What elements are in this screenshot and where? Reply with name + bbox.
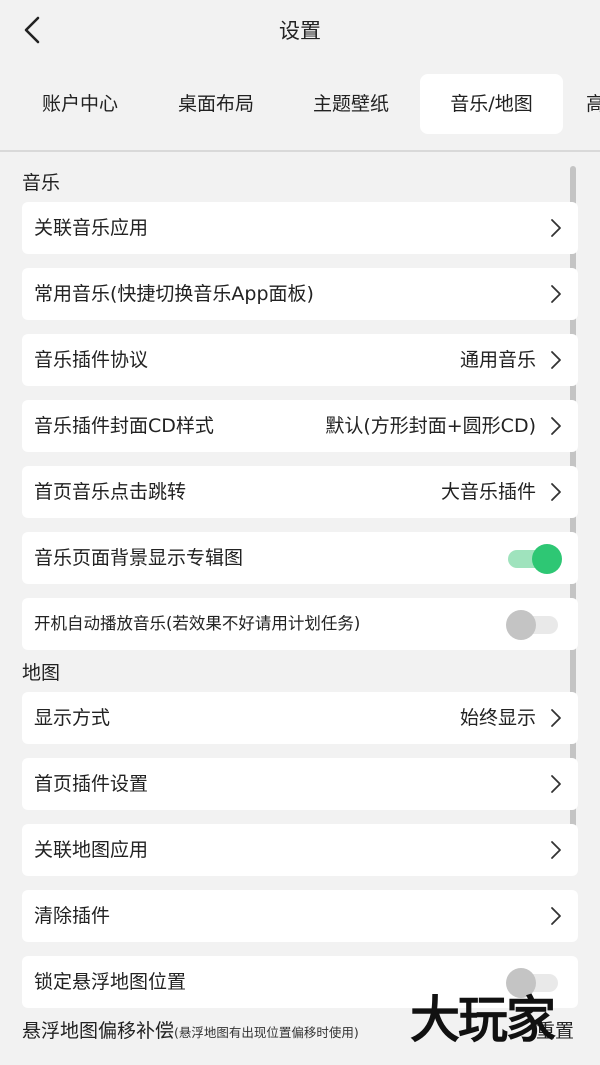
row-display-mode[interactable]: 显示方式 始终显示 (22, 692, 578, 744)
chevron-right-icon (551, 483, 561, 501)
chevron-left-icon (24, 16, 40, 44)
row-linked-map-app[interactable]: 关联地图应用 (22, 824, 578, 876)
chevron-right-icon (551, 417, 561, 435)
row-music-plugin-protocol[interactable]: 音乐插件协议 通用音乐 (22, 334, 578, 386)
row-label: 常用音乐(快捷切换音乐App面板) (34, 283, 314, 305)
row-value: 大音乐插件 (440, 481, 536, 503)
chevron-right-icon (551, 775, 561, 793)
row-home-plugin-settings[interactable]: 首页插件设置 (22, 758, 578, 810)
row-label: 锁定悬浮地图位置 (34, 971, 187, 993)
row-cover-cd-style[interactable]: 音乐插件封面CD样式 默认(方形封面+圆形CD) (22, 400, 578, 452)
chevron-right-icon (551, 219, 561, 237)
row-floating-map-offset: 悬浮地图偏移补偿(悬浮地图有出现位置偏移时使用) 重置 (22, 1018, 574, 1044)
row-value: 通用音乐 (459, 349, 536, 371)
chevron-right-icon (551, 907, 561, 925)
section-title-music: 音乐 (22, 172, 61, 194)
toggle-knob (532, 544, 562, 574)
tab-advanced[interactable]: 高 (586, 74, 600, 134)
row-value: 默认(方形封面+圆形CD) (325, 415, 536, 437)
settings-list: 音乐 关联音乐应用 常用音乐(快捷切换音乐App面板) 音乐插件协议 通用音乐 … (0, 152, 600, 1065)
toggle-knob (506, 610, 536, 640)
tab-theme-wallpaper[interactable]: 主题壁纸 (292, 74, 410, 134)
row-album-background: 音乐页面背景显示专辑图 (22, 532, 578, 584)
row-value: 始终显示 (459, 707, 536, 729)
row-label: 关联地图应用 (34, 839, 149, 861)
page-title: 设置 (279, 19, 321, 43)
offset-label: 悬浮地图偏移补偿 (22, 1020, 175, 1042)
row-label: 音乐插件协议 (34, 349, 149, 371)
row-label: 关联音乐应用 (34, 217, 149, 239)
row-clear-plugin[interactable]: 清除插件 (22, 890, 578, 942)
offset-note: (悬浮地图有出现位置偏移时使用) (174, 1025, 359, 1040)
row-label: 开机自动播放音乐(若效果不好请用计划任务) (34, 614, 361, 633)
chevron-right-icon (551, 841, 561, 859)
tab-bar: 账户中心 桌面布局 主题壁纸 音乐/地图 高 (0, 72, 600, 138)
back-button[interactable] (14, 12, 50, 48)
header-bar: 设置 (0, 0, 600, 60)
tab-desktop-layout[interactable]: 桌面布局 (158, 74, 274, 134)
row-linked-music-app[interactable]: 关联音乐应用 (22, 202, 578, 254)
row-home-music-click[interactable]: 首页音乐点击跳转 大音乐插件 (22, 466, 578, 518)
row-label: 首页插件设置 (34, 773, 149, 795)
row-label: 显示方式 (34, 707, 111, 729)
row-autoplay-on-boot: 开机自动播放音乐(若效果不好请用计划任务) (22, 598, 578, 650)
album-background-toggle[interactable] (506, 544, 562, 574)
chevron-right-icon (551, 351, 561, 369)
row-label: 音乐页面背景显示专辑图 (34, 547, 244, 569)
row-label: 清除插件 (34, 905, 111, 927)
watermark-logo: 大玩家 (410, 991, 556, 1049)
row-label: 首页音乐点击跳转 (34, 481, 187, 503)
row-label: 音乐插件封面CD样式 (34, 415, 214, 437)
chevron-right-icon (551, 709, 561, 727)
chevron-right-icon (551, 285, 561, 303)
section-title-map: 地图 (22, 662, 61, 684)
autoplay-toggle[interactable] (506, 610, 560, 640)
tab-account-center[interactable]: 账户中心 (22, 74, 138, 134)
row-favorite-music[interactable]: 常用音乐(快捷切换音乐App面板) (22, 268, 578, 320)
tab-music-map[interactable]: 音乐/地图 (420, 74, 563, 134)
